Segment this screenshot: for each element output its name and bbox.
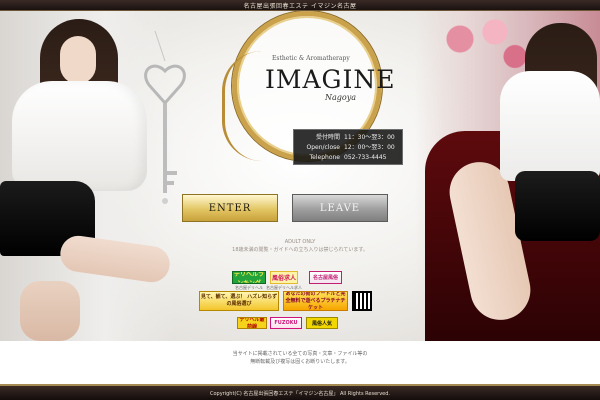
top-bar: 名古屋出張回春エステ イマジン名古屋 — [0, 0, 600, 11]
business-hours-panel: 受付時間 11：30～翌3：00 Open/close 12：00～翌3：00 … — [293, 129, 403, 165]
platinum-ticket-banner[interactable]: あなたの街のフードルと完全無料で遊べるプラチナチケット — [283, 291, 348, 311]
fuzoku-logo-banner[interactable]: FUZOKU — [270, 317, 302, 329]
adult-warning-text: 18歳未満の閲覧・ガイドへの立ち入りは禁じられています。 — [232, 247, 368, 253]
recruit-banner[interactable]: 風俗求人 — [270, 271, 298, 284]
hours-row: 受付時間 11：30～翌3：00 — [299, 133, 397, 143]
qr-code-icon[interactable] — [352, 291, 372, 311]
telephone-value[interactable]: 052-733-4445 — [344, 153, 397, 163]
footer-copyright: Copyright(C) 名古屋出張回春エステ「イマジン名古屋」 All Rig… — [209, 391, 390, 397]
nagoya-fuzoku-banner[interactable]: 名古屋風俗 — [309, 271, 342, 284]
copyright-notice: 当サイトに掲載されている全ての写真・文章・ファイル等の 無断転載及び複写は固くお… — [0, 350, 600, 366]
adult-notice: ADULT ONLY 18歳未満の閲覧・ガイドへの立ち入りは禁じられています。 — [200, 239, 400, 253]
hours-label: Open/close — [306, 144, 340, 151]
logo-city: Nagoya — [325, 93, 356, 102]
enter-button[interactable]: ENTER — [182, 194, 278, 222]
popular-fuzoku-banner[interactable]: 風俗人気 — [306, 317, 338, 329]
leave-button[interactable]: LEAVE — [292, 194, 388, 222]
notice-line: 当サイトに掲載されている全ての写真・文章・ファイル等の — [232, 351, 368, 357]
hero-area: Esthetic & Aromatherapy IMAGINE Nagoya 受… — [0, 11, 600, 341]
hours-label: 受付時間 — [315, 134, 340, 141]
logo-subtitle: Esthetic & Aromatherapy — [272, 55, 350, 62]
hours-row: Telephone 052-733-4445 — [299, 153, 397, 163]
hours-value: 11：30～翌3：00 — [344, 134, 395, 141]
hours-row: Open/close 12：00～翌3：00 — [299, 143, 397, 153]
header-caption: 名古屋出張回春エステ イマジン名古屋 — [243, 3, 357, 10]
fuzoku-guide-banner[interactable]: 見て、観て、選ぶ！ ハズレ知らずの風俗選び — [199, 291, 279, 311]
telephone-label: Telephone — [309, 154, 340, 161]
roses-decoration — [435, 11, 535, 81]
logo-name: IMAGINE — [265, 65, 396, 94]
logo-flourish — [222, 51, 262, 161]
right-model-photo — [415, 11, 600, 341]
adult-only-label: ADULT ONLY — [284, 239, 316, 245]
ranking-banner[interactable]: デリヘルランキング — [232, 271, 266, 284]
footer-bar: Copyright(C) 名古屋出張回春エステ「イマジン名古屋」 All Rig… — [0, 384, 600, 400]
notice-line: 無断転載及び複写は固くお断りいたします。 — [250, 359, 350, 365]
hours-value: 12：00～翌3：00 — [344, 144, 395, 151]
deli-front-banner[interactable]: デリヘル最前線 — [237, 317, 267, 329]
